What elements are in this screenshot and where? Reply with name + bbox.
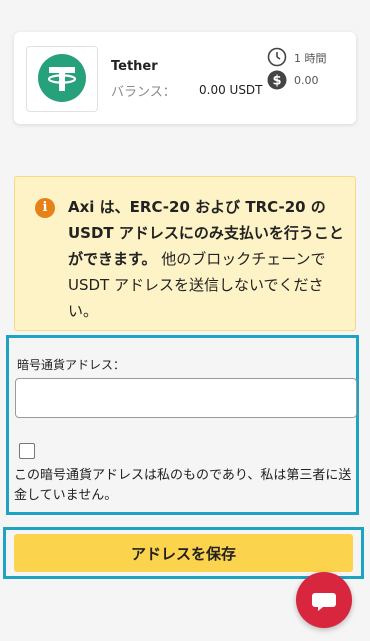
chat-button[interactable] [296,572,352,628]
fee-value: 0.00 [294,74,319,87]
ownership-confirm-text: この暗号通貨アドレスは私のものであり、私は第三者に送金していません。 [14,468,352,503]
dollar-icon: $ [267,70,287,94]
info-icon: i [35,198,55,218]
coin-name: Tether [111,59,158,74]
notice-text: Axi は、ERC-20 および TRC-20 の USDT アドレスにのみ支払… [68,194,348,324]
address-form: 暗号通貨アドレス： この暗号通貨アドレスは私のものであり、私は第三者に送金してい… [6,335,359,515]
svg-text:$: $ [272,74,281,89]
ownership-checkbox[interactable] [19,443,35,459]
address-label: 暗号通貨アドレス： [17,358,126,372]
tether-logo [26,46,98,112]
save-address-button[interactable]: アドレスを保存 [14,534,353,572]
chat-bubble-icon [312,593,336,611]
balance-label: バランス： [111,85,176,100]
clock-icon [267,47,287,71]
usdt-notice: i Axi は、ERC-20 および TRC-20 の USDT アドレスにのみ… [14,176,356,331]
balance-value: 0.00 USDT [199,83,263,97]
crypto-address-input[interactable] [15,378,357,418]
processing-time: 1 時間 [294,52,327,65]
wallet-card: Tether バランス： 0.00 USDT 1 時間 $ 0.00 [14,32,356,124]
tether-logo-icon [38,54,86,102]
